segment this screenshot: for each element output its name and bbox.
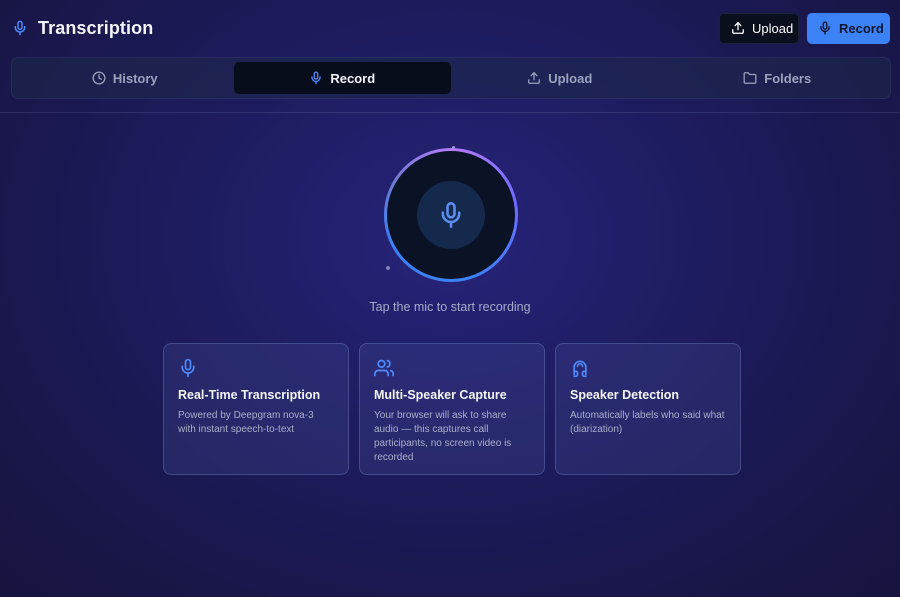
speech-detection-icon: [570, 358, 590, 378]
ring-decoration-dot: [386, 266, 390, 270]
app-header: Transcription Upload Record: [0, 0, 900, 56]
feature-description: Powered by Deepgram nova-3 with instant …: [178, 410, 314, 435]
mic-recorder[interactable]: [384, 148, 518, 282]
upload-icon: [527, 71, 541, 85]
start-recording-button[interactable]: [417, 181, 485, 249]
tab-label: History: [112, 70, 158, 86]
tab-label: Folders: [764, 70, 812, 86]
feature-card: Speaker Detection Automatically labels w…: [555, 343, 741, 475]
mic-ring: [384, 148, 518, 282]
tab-history[interactable]: History: [16, 62, 234, 94]
feature-cards: Real-Time Transcription Powered by Deepg…: [163, 343, 741, 475]
feature-card: Real-Time Transcription Powered by Deepg…: [163, 343, 349, 475]
mic-icon: [12, 20, 28, 36]
feature-card: Multi-Speaker Capture Your browser will …: [359, 343, 545, 475]
tab-bar: History Record Upload Folders: [11, 57, 891, 99]
clock-icon: [92, 71, 106, 85]
brand: Transcription: [12, 18, 153, 39]
feature-description: Automatically labels who said what (diar…: [570, 410, 725, 435]
feature-title: Real-Time Transcription: [178, 388, 321, 402]
recording-hint: Tap the mic to start recording: [369, 300, 531, 314]
record-button[interactable]: Record: [807, 12, 890, 44]
header-actions: Upload Record: [719, 12, 890, 44]
record-button-label: Record: [839, 20, 884, 36]
mic-icon: [309, 71, 323, 85]
page-title: Transcription: [38, 17, 154, 38]
upload-button-label: Upload: [752, 20, 794, 36]
tab-upload[interactable]: Upload: [451, 62, 669, 94]
feature-title: Multi-Speaker Capture: [374, 388, 507, 402]
tab-folders[interactable]: Folders: [669, 62, 887, 94]
mic-icon: [818, 21, 832, 35]
upload-icon: [731, 21, 745, 35]
folder-icon: [743, 71, 757, 85]
mic-icon: [437, 201, 465, 229]
upload-button[interactable]: Upload: [719, 12, 799, 44]
mic-inner: [387, 151, 515, 279]
tab-record[interactable]: Record: [233, 62, 451, 94]
header-divider: [0, 112, 900, 113]
feature-description: Your browser will ask to share audio — t…: [374, 410, 512, 463]
mic-icon: [178, 358, 198, 378]
tab-label: Upload: [548, 70, 593, 86]
tab-label: Record: [330, 70, 376, 86]
users-icon: [374, 358, 394, 378]
feature-title: Speaker Detection: [570, 388, 680, 402]
